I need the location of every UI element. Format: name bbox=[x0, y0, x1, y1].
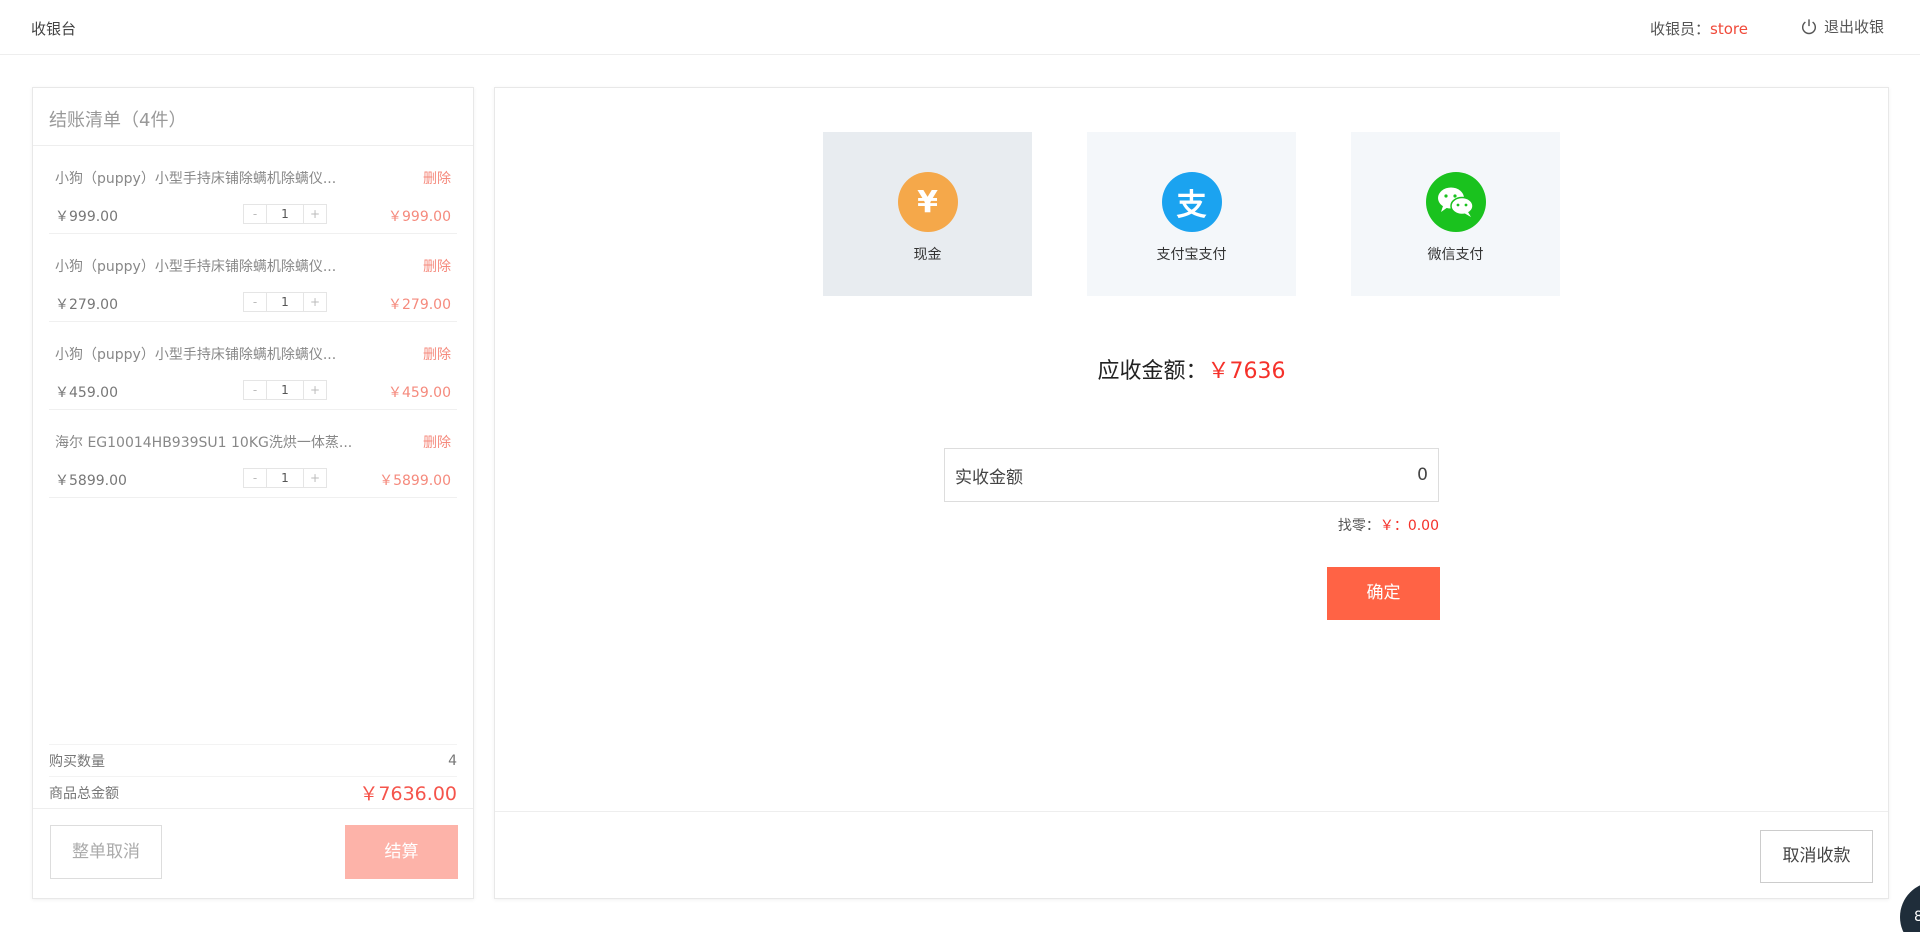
amount-due-label: 应收金额： bbox=[1097, 359, 1208, 384]
received-amount-field[interactable]: 实收金额 0 bbox=[944, 448, 1439, 502]
order-panel: 结账清单（4件） 小狗（puppy）小型手持床铺除螨机除螨仪... 删除 ￥99… bbox=[32, 87, 474, 899]
item-name: 小狗（puppy）小型手持床铺除螨机除螨仪... bbox=[55, 171, 337, 187]
delete-item-button[interactable]: 删除 bbox=[423, 168, 451, 188]
delete-item-button[interactable]: 删除 bbox=[423, 256, 451, 276]
item-name: 小狗（puppy）小型手持床铺除螨机除螨仪... bbox=[55, 347, 337, 363]
item-price: ￥5899.00 bbox=[55, 473, 127, 489]
order-footer: 整单取消 结算 bbox=[33, 808, 473, 898]
quantity-input[interactable]: 1 bbox=[266, 381, 304, 399]
cashier-name: store bbox=[1710, 20, 1748, 38]
item-price: ￥279.00 bbox=[55, 297, 118, 313]
payment-method-alipay[interactable]: 支 支付宝支付 bbox=[1087, 132, 1296, 296]
top-bar: 收银台 收银员：store 退出收银 bbox=[0, 0, 1920, 55]
received-amount-value[interactable]: 0 bbox=[1417, 465, 1428, 485]
payment-method-label: 微信支付 bbox=[1427, 247, 1484, 263]
logout-label: 退出收银 bbox=[1824, 18, 1885, 36]
order-item-list: 小狗（puppy）小型手持床铺除螨机除螨仪... 删除 ￥999.00 - 1 … bbox=[33, 146, 473, 498]
decrease-button[interactable]: - bbox=[244, 205, 266, 223]
cashier-info: 收银员：store bbox=[1650, 18, 1748, 39]
payment-method-wechat[interactable]: 微信支付 bbox=[1351, 132, 1560, 296]
power-icon bbox=[1801, 18, 1817, 34]
increase-button[interactable]: + bbox=[304, 469, 326, 487]
amount-due: 应收金额：￥7636 bbox=[495, 353, 1888, 385]
order-item: 小狗（puppy）小型手持床铺除螨机除螨仪... 删除 ￥459.00 - 1 … bbox=[49, 322, 457, 410]
quantity-input[interactable]: 1 bbox=[266, 205, 304, 223]
count-row: 购买数量 4 bbox=[49, 744, 457, 776]
payment-method-label: 现金 bbox=[913, 247, 942, 263]
wechat-icon bbox=[1425, 172, 1486, 232]
payment-method-label: 支付宝支付 bbox=[1156, 247, 1227, 263]
delete-item-button[interactable]: 删除 bbox=[423, 344, 451, 364]
total-row: 商品总金额 ￥7636.00 bbox=[49, 776, 457, 808]
received-amount-label: 实收金额 bbox=[955, 467, 1023, 488]
item-price: ￥459.00 bbox=[55, 385, 118, 401]
item-subtotal: ￥5899.00 bbox=[379, 473, 451, 489]
order-item: 小狗（puppy）小型手持床铺除螨机除螨仪... 删除 ￥999.00 - 1 … bbox=[49, 146, 457, 234]
quantity-input[interactable]: 1 bbox=[266, 293, 304, 311]
decrease-button[interactable]: - bbox=[244, 381, 266, 399]
delete-item-button[interactable]: 删除 bbox=[423, 432, 451, 452]
increase-button[interactable]: + bbox=[304, 205, 326, 223]
count-value: 4 bbox=[448, 752, 457, 769]
floating-help-button[interactable]: 8 bbox=[1900, 882, 1920, 932]
change-info: 找零：￥：0.00 bbox=[944, 515, 1439, 535]
yen-glyph: ¥ bbox=[917, 184, 938, 220]
item-subtotal: ￥999.00 bbox=[388, 209, 451, 225]
change-label: 找零： bbox=[1337, 518, 1380, 534]
increase-button[interactable]: + bbox=[304, 293, 326, 311]
order-item: 小狗（puppy）小型手持床铺除螨机除螨仪... 删除 ￥279.00 - 1 … bbox=[49, 234, 457, 322]
cancel-order-button[interactable]: 整单取消 bbox=[50, 825, 162, 879]
total-value: ￥7636.00 bbox=[359, 783, 457, 805]
checkout-button[interactable]: 结算 bbox=[345, 825, 458, 879]
order-summary: 购买数量 4 商品总金额 ￥7636.00 bbox=[33, 744, 473, 808]
change-value: ￥：0.00 bbox=[1379, 518, 1439, 534]
payment-panel: ¥ 现金 支 支付宝支付 微信支付 应收金额：￥7636 实收金额 0 找零：￥… bbox=[494, 87, 1889, 899]
quantity-input[interactable]: 1 bbox=[266, 469, 304, 487]
count-label: 购买数量 bbox=[49, 753, 105, 770]
alipay-icon: 支 bbox=[1161, 172, 1222, 232]
confirm-button[interactable]: 确定 bbox=[1327, 567, 1440, 620]
alipay-glyph: 支 bbox=[1176, 188, 1207, 223]
payment-methods: ¥ 现金 支 支付宝支付 微信支付 bbox=[823, 132, 1560, 296]
item-price: ￥999.00 bbox=[55, 209, 118, 225]
total-label: 商品总金额 bbox=[49, 785, 119, 802]
quantity-stepper: - 1 + bbox=[243, 468, 327, 488]
cashier-label: 收银员： bbox=[1650, 20, 1711, 38]
payment-method-cash[interactable]: ¥ 现金 bbox=[823, 132, 1032, 296]
item-name: 小狗（puppy）小型手持床铺除螨机除螨仪... bbox=[55, 259, 337, 275]
page-title: 收银台 bbox=[31, 20, 77, 38]
order-item: 海尔 EG10014HB939SU1 10KG洗烘一体蒸... 删除 ￥5899… bbox=[49, 410, 457, 498]
order-header: 结账清单（4件） bbox=[33, 88, 473, 146]
payment-footer: 取消收款 bbox=[495, 811, 1888, 899]
quantity-stepper: - 1 + bbox=[243, 204, 327, 224]
decrease-button[interactable]: - bbox=[244, 469, 266, 487]
item-name: 海尔 EG10014HB939SU1 10KG洗烘一体蒸... bbox=[55, 435, 353, 451]
item-subtotal: ￥459.00 bbox=[388, 385, 451, 401]
logout-button[interactable]: 退出收银 bbox=[1800, 16, 1884, 37]
quantity-stepper: - 1 + bbox=[243, 292, 327, 312]
cancel-payment-button[interactable]: 取消收款 bbox=[1760, 830, 1873, 883]
quantity-stepper: - 1 + bbox=[243, 380, 327, 400]
decrease-button[interactable]: - bbox=[244, 293, 266, 311]
amount-due-value: ￥7636 bbox=[1207, 359, 1286, 384]
yen-icon: ¥ bbox=[897, 172, 958, 232]
increase-button[interactable]: + bbox=[304, 381, 326, 399]
wechat-bubbles-icon bbox=[1437, 187, 1474, 217]
item-subtotal: ￥279.00 bbox=[388, 297, 451, 313]
